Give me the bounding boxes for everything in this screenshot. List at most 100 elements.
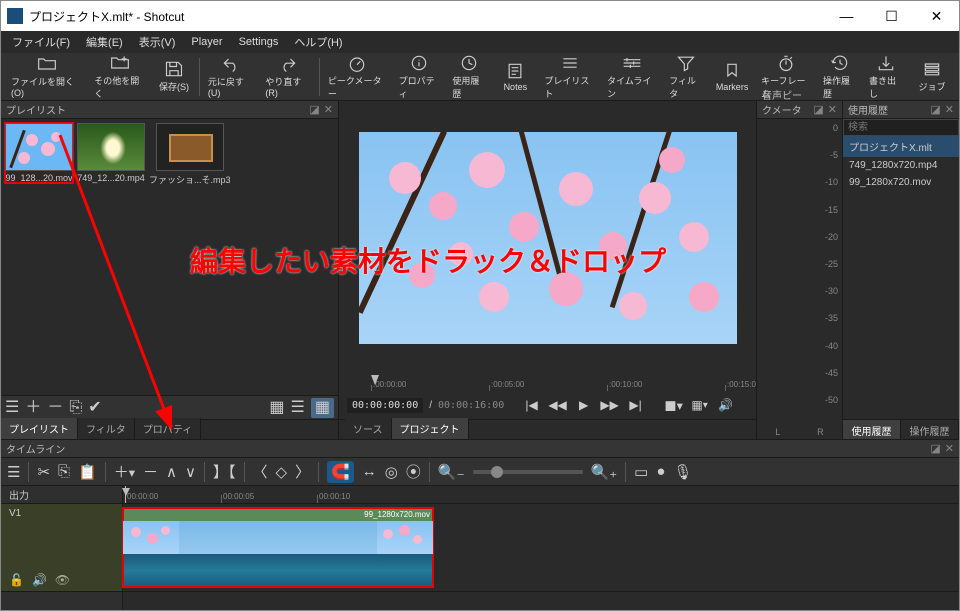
ripple-all-icon[interactable]: ⦿ bbox=[406, 461, 421, 482]
history-search-input[interactable] bbox=[843, 119, 959, 136]
playlist-menu-icon[interactable]: ☰ bbox=[5, 400, 19, 416]
snap-icon[interactable]: 🧲 bbox=[327, 461, 354, 483]
zoom-slider[interactable] bbox=[473, 470, 583, 474]
zoom-fit-button[interactable]: ◼▾ bbox=[664, 395, 684, 415]
prev-marker-icon[interactable]: 〈 bbox=[253, 461, 268, 482]
menu-player[interactable]: Player bbox=[184, 34, 229, 50]
next-marker-icon[interactable]: 〉 bbox=[295, 461, 310, 482]
panel-undock-icon[interactable]: ◪ bbox=[813, 103, 823, 116]
menu-file[interactable]: ファイル(F) bbox=[5, 32, 77, 52]
add-icon[interactable]: ＋ bbox=[25, 400, 41, 416]
export-button[interactable]: 書き出し bbox=[863, 52, 909, 102]
menu-edit[interactable]: 編集(E) bbox=[79, 32, 130, 52]
play-button[interactable]: ▶ bbox=[574, 395, 594, 415]
split-icon[interactable]: 】【 bbox=[213, 461, 236, 482]
tl-menu-icon[interactable]: ☰ bbox=[7, 463, 20, 481]
track-v1-label[interactable]: V1 🔓 🔊 👁 bbox=[1, 504, 122, 592]
menu-settings[interactable]: Settings bbox=[232, 34, 286, 50]
lift-icon[interactable]: ∧ bbox=[166, 463, 177, 481]
preview-ruler[interactable]: :00:00:00 :00:05:00 :00:10:00 :00:15:0 bbox=[339, 375, 756, 391]
panel-undock-icon[interactable]: ◪ bbox=[930, 103, 940, 116]
zoom-fit-icon[interactable]: ▭ bbox=[634, 463, 648, 481]
timeline-clip[interactable]: 99_1280x720.mov bbox=[123, 508, 433, 587]
redo-button[interactable]: やり直す(R) bbox=[259, 53, 317, 100]
playlist-clip[interactable]: 749_12...20.mp4 bbox=[77, 123, 145, 183]
close-button[interactable]: ✕ bbox=[914, 1, 959, 31]
fast-forward-button[interactable]: ▶▶ bbox=[600, 395, 620, 415]
scrub-icon[interactable]: ↔ bbox=[362, 463, 377, 480]
skip-prev-button[interactable]: |◀ bbox=[522, 395, 542, 415]
view-details-icon[interactable]: ▦ bbox=[269, 400, 284, 416]
panel-close-icon[interactable]: ✕ bbox=[828, 103, 837, 116]
panel-close-icon[interactable]: ✕ bbox=[945, 442, 954, 455]
zoom-out-icon[interactable]: 🔍₋ bbox=[438, 463, 465, 481]
timeline-button[interactable]: タイムライン bbox=[601, 52, 663, 102]
maximize-button[interactable]: ☐ bbox=[869, 1, 914, 31]
volume-button[interactable]: 🔊 bbox=[716, 395, 736, 415]
overwrite-icon[interactable]: ∨ bbox=[185, 463, 196, 481]
tab-project[interactable]: プロジェクト bbox=[392, 418, 469, 439]
view-tiles-icon[interactable]: ▦ bbox=[311, 398, 334, 418]
tab-properties[interactable]: プロパティ bbox=[135, 418, 201, 439]
panel-undock-icon[interactable]: ◪ bbox=[309, 103, 319, 116]
save-button[interactable]: 保存(S) bbox=[151, 58, 197, 95]
zoom-in-icon[interactable]: 🔍₊ bbox=[591, 463, 618, 481]
panel-close-icon[interactable]: ✕ bbox=[324, 103, 333, 116]
goto-icon[interactable]: ⎘ bbox=[69, 400, 82, 416]
undo-button[interactable]: 元に戻す(U) bbox=[202, 53, 260, 100]
open-other-button[interactable]: その他を開く bbox=[88, 52, 151, 102]
lock-icon[interactable]: 🔓 bbox=[9, 573, 24, 587]
history-item[interactable]: 749_1280x720.mp4 bbox=[843, 157, 959, 174]
playlist-button[interactable]: プレイリスト bbox=[538, 52, 601, 102]
check-icon[interactable]: ✔ bbox=[88, 400, 101, 416]
copy-icon[interactable]: ⎘ bbox=[58, 463, 70, 480]
tab-ops[interactable]: 操作履歴 bbox=[901, 420, 959, 439]
track-v1-row[interactable]: 99_1280x720.mov bbox=[123, 504, 959, 592]
grid-button[interactable]: ▦▾ bbox=[690, 395, 710, 415]
tab-playlist[interactable]: プレイリスト bbox=[1, 418, 78, 439]
cut-icon[interactable]: ✂ bbox=[37, 463, 50, 481]
markers-button[interactable]: Markers bbox=[709, 60, 755, 94]
record-icon[interactable]: ● bbox=[656, 463, 665, 480]
preview-panel: :00:00:00 :00:05:00 :00:10:00 :00:15:0 0… bbox=[339, 101, 757, 439]
tab-source[interactable]: ソース bbox=[345, 418, 392, 439]
paste-icon[interactable]: 📋 bbox=[78, 463, 97, 481]
timecode-current[interactable]: 00:00:00:00 bbox=[347, 398, 423, 413]
recent-button[interactable]: 使用履歴 bbox=[446, 52, 492, 102]
view-list-icon[interactable]: ☰ bbox=[291, 400, 305, 416]
playhead[interactable] bbox=[125, 486, 126, 503]
tab-filters[interactable]: フィルタ bbox=[78, 418, 135, 439]
filters-button[interactable]: フィルタ bbox=[663, 52, 709, 102]
remove-icon[interactable]: － bbox=[47, 400, 63, 416]
peak-meter-button[interactable]: ピークメーター bbox=[322, 52, 393, 102]
history-item[interactable]: 99_1280x720.mov bbox=[843, 174, 959, 191]
track-output-label[interactable]: 出力 bbox=[1, 486, 122, 504]
skip-next-button[interactable]: ▶| bbox=[626, 395, 646, 415]
panel-close-icon[interactable]: ✕ bbox=[945, 103, 954, 116]
mic-icon[interactable]: 🎙 bbox=[673, 463, 692, 481]
mute-icon[interactable]: 🔊 bbox=[32, 573, 47, 587]
playlist-body[interactable]: 99_128...20.mov 749_12...20.mp4 ファッショ...… bbox=[1, 119, 338, 395]
playlist-clip[interactable]: ファッショ...そ.mp3 bbox=[149, 123, 231, 186]
timeline-tracks[interactable]: 00:00:00 00:00:05 00:00:10 99_1280x720.m… bbox=[123, 486, 959, 610]
menu-help[interactable]: ヘルプ(H) bbox=[287, 32, 349, 52]
menu-view[interactable]: 表示(V) bbox=[132, 32, 183, 52]
playlist-clip[interactable]: 99_128...20.mov bbox=[5, 123, 73, 183]
video-preview[interactable] bbox=[339, 101, 756, 375]
timeline-ruler[interactable]: 00:00:00 00:00:05 00:00:10 bbox=[123, 486, 959, 504]
append-icon[interactable]: ＋▾ bbox=[114, 461, 135, 482]
open-file-button[interactable]: ファイルを開く(O) bbox=[5, 53, 88, 100]
jobs-button[interactable]: ジョブ bbox=[909, 58, 955, 95]
minimize-button[interactable]: — bbox=[824, 1, 869, 31]
history-button[interactable]: 操作履歴 bbox=[817, 52, 863, 102]
ripple-icon[interactable]: ◎ bbox=[385, 463, 398, 481]
history-item[interactable]: プロジェクトX.mlt bbox=[843, 136, 959, 157]
remove-icon[interactable]: － bbox=[143, 461, 158, 482]
tab-recent[interactable]: 使用履歴 bbox=[843, 420, 901, 439]
panel-undock-icon[interactable]: ◪ bbox=[930, 442, 940, 455]
properties-button[interactable]: プロパティ bbox=[393, 52, 447, 102]
hide-icon[interactable]: 👁 bbox=[55, 573, 70, 587]
rewind-button[interactable]: ◀◀ bbox=[548, 395, 568, 415]
notes-button[interactable]: Notes bbox=[492, 60, 538, 94]
markers-icon[interactable]: ◇ bbox=[276, 463, 288, 481]
